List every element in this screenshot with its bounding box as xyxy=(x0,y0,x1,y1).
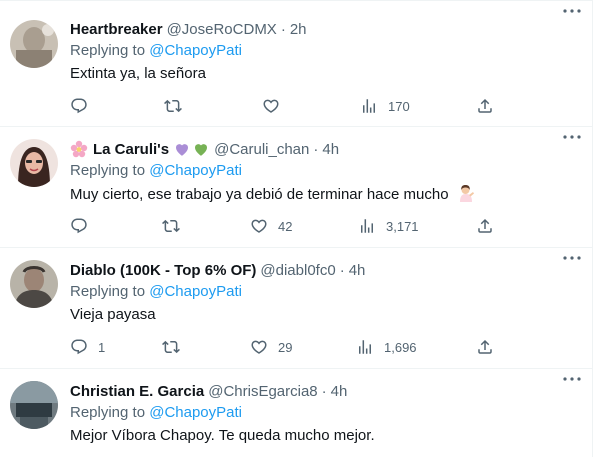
tweet-content: Heartbreaker @JoseRoCDMX · 2h Replying t… xyxy=(70,19,583,84)
reply-tweet[interactable]: Diablo (100K - Top 6% OF) @diabl0fc0 · 4… xyxy=(0,248,593,369)
user-handle[interactable]: @ChrisEgarcia8 xyxy=(208,383,317,400)
views-icon xyxy=(363,99,375,113)
avatar[interactable] xyxy=(10,139,58,187)
tweet-text: Vieja payasa xyxy=(70,306,156,323)
tweet-actions: 1 29 1,696 xyxy=(70,337,593,357)
share-icon xyxy=(478,218,492,233)
display-name[interactable]: Christian E. Garcia xyxy=(70,383,204,400)
flower-emoji-icon xyxy=(70,140,88,158)
tweet-actions: 170 xyxy=(70,96,593,116)
like-count: 42 xyxy=(278,218,293,234)
replying-to-line: Replying to @ChapoyPati xyxy=(70,41,583,61)
reply-icon xyxy=(71,339,87,355)
reply-button[interactable] xyxy=(70,216,98,236)
timestamp[interactable]: 4h xyxy=(331,383,348,400)
reply-button[interactable]: 1 xyxy=(70,337,105,357)
reply-tweet[interactable]: Heartbreaker @JoseRoCDMX · 2h Replying t… xyxy=(0,0,593,127)
replying-to-link[interactable]: @ChapoyPati xyxy=(149,404,242,421)
view-count: 3,171 xyxy=(386,218,419,234)
like-count: 29 xyxy=(278,339,293,355)
separator-dot: · xyxy=(339,261,345,279)
replying-to-line: Replying to @ChapoyPati xyxy=(70,403,583,423)
more-options-icon[interactable] xyxy=(561,250,583,266)
views-icon xyxy=(359,340,371,354)
timestamp[interactable]: 4h xyxy=(322,141,339,158)
tweet-text-line: Muy cierto, ese trabajo ya debió de term… xyxy=(70,184,583,205)
person-tipping-hand-emoji-icon xyxy=(457,184,475,202)
reply-feed: Heartbreaker @JoseRoCDMX · 2h Replying t… xyxy=(0,0,593,457)
green-heart-emoji-icon xyxy=(192,140,210,158)
avatar[interactable] xyxy=(10,20,58,68)
replying-to-link[interactable]: @ChapoyPati xyxy=(149,162,242,179)
avatar[interactable] xyxy=(10,260,58,308)
tweet-text: Extinta ya, la señora xyxy=(70,65,206,82)
tweet-text: Muy cierto, ese trabajo ya debió de term… xyxy=(70,186,449,203)
retweet-button[interactable] xyxy=(162,337,190,357)
tweet-header: Christian E. Garcia @ChrisEgarcia8 · 4h xyxy=(70,381,583,401)
purple-heart-emoji-icon xyxy=(173,140,191,158)
avatar[interactable] xyxy=(10,381,58,429)
replying-to-line: Replying to @ChapoyPati xyxy=(70,282,583,302)
like-button[interactable]: 42 xyxy=(250,216,292,236)
replying-to-label: Replying to xyxy=(70,404,146,421)
tweet-header: Diablo (100K - Top 6% OF) @diabl0fc0 · 4… xyxy=(70,260,583,280)
timestamp[interactable]: 4h xyxy=(349,262,366,279)
share-icon xyxy=(478,98,492,113)
reply-icon xyxy=(71,98,87,114)
user-handle[interactable]: @diabl0fc0 xyxy=(260,262,335,279)
display-name[interactable]: Diablo (100K - Top 6% OF) xyxy=(70,262,256,279)
views-button[interactable]: 3,171 xyxy=(358,216,419,236)
like-button[interactable]: 29 xyxy=(250,337,292,357)
replying-to-link[interactable]: @ChapoyPati xyxy=(149,283,242,300)
tweet-content: Diablo (100K - Top 6% OF) @diabl0fc0 · 4… xyxy=(70,260,583,325)
replying-to-link[interactable]: @ChapoyPati xyxy=(149,42,242,59)
reply-tweet[interactable]: Christian E. Garcia @ChrisEgarcia8 · 4h … xyxy=(0,369,593,457)
tweet-content: Christian E. Garcia @ChrisEgarcia8 · 4h … xyxy=(70,381,583,446)
retweet-button[interactable] xyxy=(164,96,192,116)
view-count: 170 xyxy=(388,98,410,114)
views-button[interactable]: 170 xyxy=(360,96,410,116)
replying-to-label: Replying to xyxy=(70,162,146,179)
views-icon xyxy=(361,219,373,233)
tweet-header: Heartbreaker @JoseRoCDMX · 2h xyxy=(70,19,583,39)
share-button[interactable] xyxy=(476,216,494,236)
retweet-icon xyxy=(164,99,182,113)
replying-to-label: Replying to xyxy=(70,42,146,59)
separator-dot: · xyxy=(321,382,327,400)
user-handle[interactable]: @JoseRoCDMX xyxy=(167,21,277,38)
display-name[interactable]: Heartbreaker xyxy=(70,21,163,38)
replying-to-label: Replying to xyxy=(70,283,146,300)
retweet-icon xyxy=(162,340,180,354)
heart-icon xyxy=(251,340,267,354)
share-icon xyxy=(478,339,492,354)
share-button[interactable] xyxy=(476,96,494,116)
like-button[interactable] xyxy=(262,96,290,116)
tweet-content: La Caruli's @Caruli_chan · 4h Replying t… xyxy=(70,139,583,205)
views-button[interactable]: 1,696 xyxy=(356,337,417,357)
separator-dot: · xyxy=(313,140,319,158)
heart-icon xyxy=(263,99,279,113)
reply-icon xyxy=(71,218,87,234)
timestamp[interactable]: 2h xyxy=(290,21,307,38)
separator-dot: · xyxy=(280,20,286,38)
retweet-button[interactable] xyxy=(162,216,190,236)
share-button[interactable] xyxy=(476,337,494,357)
reply-button[interactable] xyxy=(70,96,98,116)
tweet-text: Mejor Víbora Chapoy. Te queda mucho mejo… xyxy=(70,427,375,444)
display-name[interactable]: La Caruli's xyxy=(93,141,169,158)
more-options-icon[interactable] xyxy=(561,371,583,387)
replying-to-line: Replying to @ChapoyPati xyxy=(70,161,583,181)
retweet-icon xyxy=(162,219,180,233)
more-options-icon[interactable] xyxy=(561,3,583,19)
tweet-actions: 42 3,171 xyxy=(70,216,593,236)
reply-tweet[interactable]: La Caruli's @Caruli_chan · 4h Replying t… xyxy=(0,127,593,248)
user-handle[interactable]: @Caruli_chan xyxy=(214,141,309,158)
view-count: 1,696 xyxy=(384,339,417,355)
tweet-header: La Caruli's @Caruli_chan · 4h xyxy=(70,139,583,159)
heart-icon xyxy=(251,219,267,233)
more-options-icon[interactable] xyxy=(561,129,583,145)
reply-count: 1 xyxy=(98,339,106,355)
